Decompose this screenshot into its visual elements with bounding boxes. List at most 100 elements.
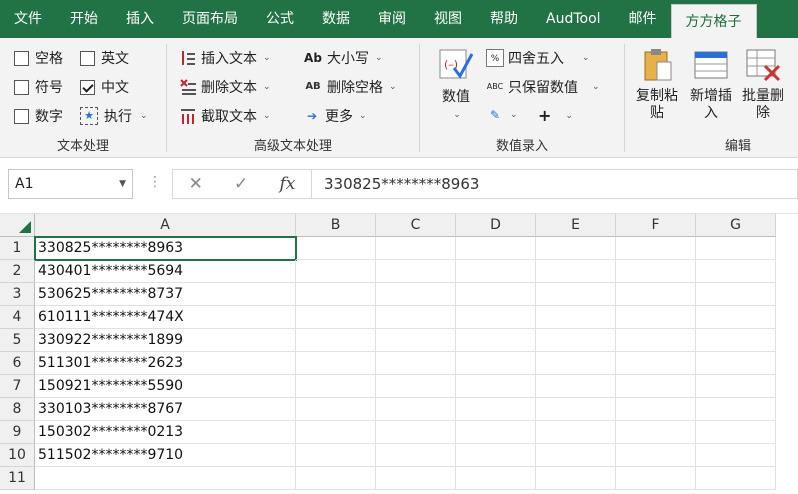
row-header-7[interactable]: 7 xyxy=(0,375,35,398)
cell-b9[interactable] xyxy=(296,421,376,444)
row-header-11[interactable]: 11 xyxy=(0,467,35,490)
row-header-10[interactable]: 10 xyxy=(0,444,35,467)
column-header-a[interactable]: A xyxy=(35,214,296,237)
column-header-f[interactable]: F xyxy=(616,214,696,237)
checkbox-space[interactable]: 空格 xyxy=(14,48,63,68)
column-header-g[interactable]: G xyxy=(696,214,776,237)
value-button[interactable]: (–) 数值 ⌄ xyxy=(434,46,478,124)
cell-f7[interactable] xyxy=(616,375,696,398)
confirm-icon[interactable]: ✓ xyxy=(234,174,248,194)
chevron-down-icon[interactable]: ▼ xyxy=(119,170,126,198)
cut-text-button[interactable]: 截取文本 ⌄ xyxy=(179,106,271,126)
copy-paste-button[interactable]: 复制粘 贴 xyxy=(633,46,681,122)
checkbox-box[interactable] xyxy=(14,50,29,66)
row-header-3[interactable]: 3 xyxy=(0,283,35,306)
cancel-icon[interactable]: ✕ xyxy=(189,174,203,194)
delete-space-button[interactable]: AB 删除空格 ⌄ xyxy=(303,77,396,97)
new-insert-button[interactable]: 新增插 入 xyxy=(687,46,735,122)
insert-text-button[interactable]: 插入文本 ⌄ xyxy=(179,48,271,68)
batch-delete-button[interactable]: 批量删 除 xyxy=(739,46,787,122)
cell-d1[interactable] xyxy=(456,237,536,260)
tab-11[interactable]: 方方格子 xyxy=(670,4,757,38)
cell-c1[interactable] xyxy=(376,237,456,260)
cell-c9[interactable] xyxy=(376,421,456,444)
cell-f1[interactable] xyxy=(616,237,696,260)
checkbox-chinese[interactable]: 中文 xyxy=(80,77,129,97)
cell-a4[interactable]: 610111********474X xyxy=(35,306,296,329)
cell-c3[interactable] xyxy=(376,283,456,306)
cell-c2[interactable] xyxy=(376,260,456,283)
tab-3[interactable]: 页面布局 xyxy=(168,0,252,38)
name-box[interactable]: A1 ▼ xyxy=(8,169,133,199)
cell-e6[interactable] xyxy=(536,352,616,375)
cell-e11[interactable] xyxy=(536,467,616,490)
cell-c6[interactable] xyxy=(376,352,456,375)
cell-f11[interactable] xyxy=(616,467,696,490)
round-button[interactable]: % 四舍五入 ⌄ xyxy=(486,48,590,68)
formula-input[interactable]: 330825********8963 xyxy=(312,169,798,199)
column-header-c[interactable]: C xyxy=(376,214,456,237)
cell-b11[interactable] xyxy=(296,467,376,490)
keep-value-button[interactable]: ABC 只保留数值 ⌄ xyxy=(486,77,600,97)
cell-f9[interactable] xyxy=(616,421,696,444)
cell-g4[interactable] xyxy=(696,306,776,329)
cell-a11[interactable] xyxy=(35,467,296,490)
row-header-2[interactable]: 2 xyxy=(0,260,35,283)
cell-c7[interactable] xyxy=(376,375,456,398)
tab-8[interactable]: 帮助 xyxy=(476,0,532,38)
cell-g10[interactable] xyxy=(696,444,776,467)
row-header-6[interactable]: 6 xyxy=(0,352,35,375)
tab-5[interactable]: 数据 xyxy=(308,0,364,38)
cell-g7[interactable] xyxy=(696,375,776,398)
tab-2[interactable]: 插入 xyxy=(112,0,168,38)
cell-f2[interactable] xyxy=(616,260,696,283)
cell-b8[interactable] xyxy=(296,398,376,421)
cell-b4[interactable] xyxy=(296,306,376,329)
plus-button[interactable]: + ⌄ xyxy=(538,106,573,125)
cell-d4[interactable] xyxy=(456,306,536,329)
cell-f5[interactable] xyxy=(616,329,696,352)
cell-c11[interactable] xyxy=(376,467,456,490)
cell-d3[interactable] xyxy=(456,283,536,306)
cell-b1[interactable] xyxy=(296,237,376,260)
cell-b7[interactable] xyxy=(296,375,376,398)
cell-a6[interactable]: 511301********2623 xyxy=(35,352,296,375)
select-all-corner[interactable] xyxy=(0,214,35,237)
insert-function-button[interactable]: fx xyxy=(280,174,296,194)
cell-g2[interactable] xyxy=(696,260,776,283)
checkbox-box[interactable] xyxy=(14,79,29,95)
cell-c8[interactable] xyxy=(376,398,456,421)
cell-e7[interactable] xyxy=(536,375,616,398)
cell-g11[interactable] xyxy=(696,467,776,490)
cell-a9[interactable]: 150302********0213 xyxy=(35,421,296,444)
cell-f10[interactable] xyxy=(616,444,696,467)
edit-format-button[interactable]: ✎ ⌄ xyxy=(486,106,518,124)
cell-a2[interactable]: 430401********5694 xyxy=(35,260,296,283)
checkbox-box[interactable] xyxy=(14,108,29,124)
cell-d5[interactable] xyxy=(456,329,536,352)
more-button[interactable]: ➔ 更多 ⌄ xyxy=(303,106,367,126)
tab-4[interactable]: 公式 xyxy=(252,0,308,38)
cell-a10[interactable]: 511502********9710 xyxy=(35,444,296,467)
cell-d6[interactable] xyxy=(456,352,536,375)
cell-a3[interactable]: 530625********8737 xyxy=(35,283,296,306)
column-header-d[interactable]: D xyxy=(456,214,536,237)
cell-c10[interactable] xyxy=(376,444,456,467)
cell-b2[interactable] xyxy=(296,260,376,283)
execute-button[interactable]: ★ 执行 ⌄ xyxy=(80,106,148,126)
cell-f6[interactable] xyxy=(616,352,696,375)
row-header-5[interactable]: 5 xyxy=(0,329,35,352)
checkbox-english[interactable]: 英文 xyxy=(80,48,129,68)
cell-b3[interactable] xyxy=(296,283,376,306)
cell-e3[interactable] xyxy=(536,283,616,306)
cell-f8[interactable] xyxy=(616,398,696,421)
cell-g1[interactable] xyxy=(696,237,776,260)
cell-g8[interactable] xyxy=(696,398,776,421)
cell-d2[interactable] xyxy=(456,260,536,283)
cell-g3[interactable] xyxy=(696,283,776,306)
cell-b5[interactable] xyxy=(296,329,376,352)
cell-e9[interactable] xyxy=(536,421,616,444)
cell-b6[interactable] xyxy=(296,352,376,375)
tab-6[interactable]: 审阅 xyxy=(364,0,420,38)
tab-10[interactable]: 邮件 xyxy=(615,0,671,38)
